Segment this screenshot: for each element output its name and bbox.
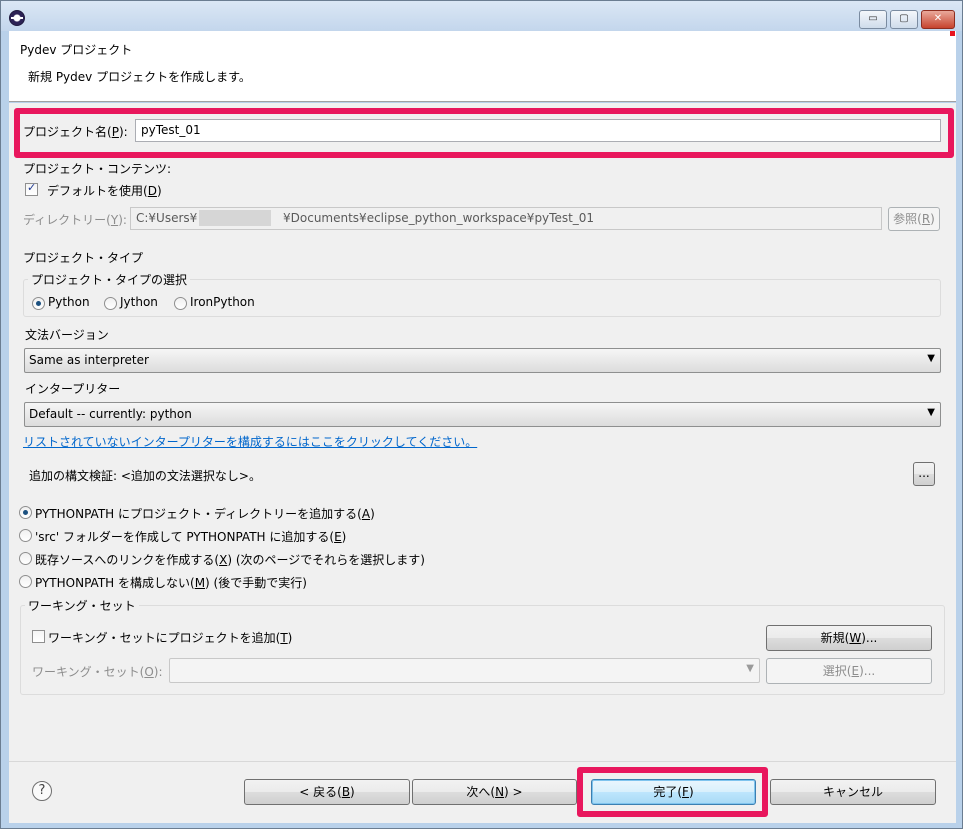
dialog-window: ▭ ▢ ✕ Pydev プロジェクト 新規 Pydev プロジェクトを作成します… <box>0 0 963 829</box>
grammar-label: 文法バージョン <box>25 328 109 342</box>
pythonpath-src-label[interactable]: 'src' フォルダーを作成して PYTHONPATH に追加する(E) <box>35 528 346 545</box>
configure-interpreter-link[interactable]: リストされていないインタープリターを構成するにはここをクリックしてください。 <box>23 433 477 450</box>
working-set-group-title: ワーキング・セット <box>25 597 139 614</box>
interpreter-value: Default -- currently: python <box>29 407 192 421</box>
project-type-group-title: プロジェクト・タイプの選択 <box>28 271 191 288</box>
finish-button[interactable]: 完了(F) <box>591 779 756 805</box>
pythonpath-none-radio[interactable] <box>19 575 32 588</box>
working-sets-label: ワーキング・セット(O): <box>32 665 163 679</box>
new-working-set-button[interactable]: 新規(W)... <box>766 625 932 651</box>
wizard-description: 新規 Pydev プロジェクトを作成します。 <box>28 70 251 84</box>
working-sets-dropdown[interactable]: ▼ <box>169 658 760 683</box>
syntax-check-button[interactable]: ... <box>913 462 935 486</box>
chevron-down-icon: ▼ <box>927 407 935 418</box>
type-python-radio[interactable] <box>32 297 45 310</box>
title-bar[interactable]: ▭ ▢ ✕ <box>1 1 962 31</box>
redacted-username <box>199 210 271 226</box>
grammar-value: Same as interpreter <box>29 353 149 367</box>
chevron-down-icon: ▼ <box>927 353 935 364</box>
add-working-set-label[interactable]: ワーキング・セットにプロジェクトを追加(T) <box>48 629 292 646</box>
type-python-label[interactable]: Python <box>48 295 90 309</box>
pythonpath-src-radio[interactable] <box>19 529 32 542</box>
help-icon[interactable]: ? <box>32 781 52 801</box>
add-working-set-checkbox[interactable] <box>32 630 45 643</box>
chevron-down-icon: ▼ <box>746 663 754 674</box>
banner-marker <box>950 31 955 36</box>
pythonpath-link-label[interactable]: 既存ソースへのリンクを作成する(X) (次のページでそれらを選択します) <box>35 551 425 568</box>
browse-button[interactable]: 参照(R) <box>888 207 940 231</box>
syntax-check-label: 追加の構文検証: <追加の文法選択なし>。 <box>29 469 261 483</box>
project-type-heading: プロジェクト・タイプ <box>23 251 144 265</box>
interpreter-label: インタープリター <box>25 382 121 396</box>
pythonpath-add-dir-label[interactable]: PYTHONPATH にプロジェクト・ディレクトリーを追加する(A) <box>35 505 375 522</box>
minimize-button[interactable]: ▭ <box>859 10 887 29</box>
button-bar: ? < 戻る(B) 次へ(N) > 完了(F) キャンセル <box>9 761 956 823</box>
project-name-highlight <box>14 108 954 158</box>
use-default-checkbox[interactable] <box>25 181 38 196</box>
type-ironpython-label[interactable]: IronPython <box>190 295 255 309</box>
close-button[interactable]: ✕ <box>921 10 955 29</box>
type-jython-radio[interactable] <box>104 297 117 310</box>
back-button[interactable]: < 戻る(B) <box>244 779 410 805</box>
interpreter-dropdown[interactable]: Default -- currently: python ▼ <box>24 402 941 427</box>
pythonpath-none-label[interactable]: PYTHONPATH を構成しない(M) (後で手動で実行) <box>35 574 307 591</box>
eclipse-icon <box>9 10 25 26</box>
next-button[interactable]: 次へ(N) > <box>412 779 577 805</box>
type-ironpython-radio[interactable] <box>174 297 187 310</box>
type-jython-label[interactable]: Jython <box>120 295 158 309</box>
use-default-label[interactable]: デフォルトを使用(D) <box>47 182 162 199</box>
contents-heading: プロジェクト・コンテンツ: <box>23 162 172 176</box>
wizard-content: プロジェクト名(P): pyTest_01 プロジェクト・コンテンツ: デフォル… <box>9 103 956 761</box>
wizard-title: Pydev プロジェクト <box>20 43 133 57</box>
directory-value-rest: ¥Documents¥eclipse_python_workspace¥pyTe… <box>283 211 595 225</box>
cancel-button[interactable]: キャンセル <box>770 779 936 805</box>
grammar-dropdown[interactable]: Same as interpreter ▼ <box>24 348 941 373</box>
select-working-set-button[interactable]: 選択(E)... <box>766 658 932 684</box>
directory-label: ディレクトリー(Y): <box>23 213 127 227</box>
maximize-button[interactable]: ▢ <box>890 10 918 29</box>
pythonpath-link-radio[interactable] <box>19 552 32 565</box>
pythonpath-add-dir-radio[interactable] <box>19 506 32 519</box>
wizard-banner: Pydev プロジェクト 新規 Pydev プロジェクトを作成します。 <box>9 31 956 102</box>
